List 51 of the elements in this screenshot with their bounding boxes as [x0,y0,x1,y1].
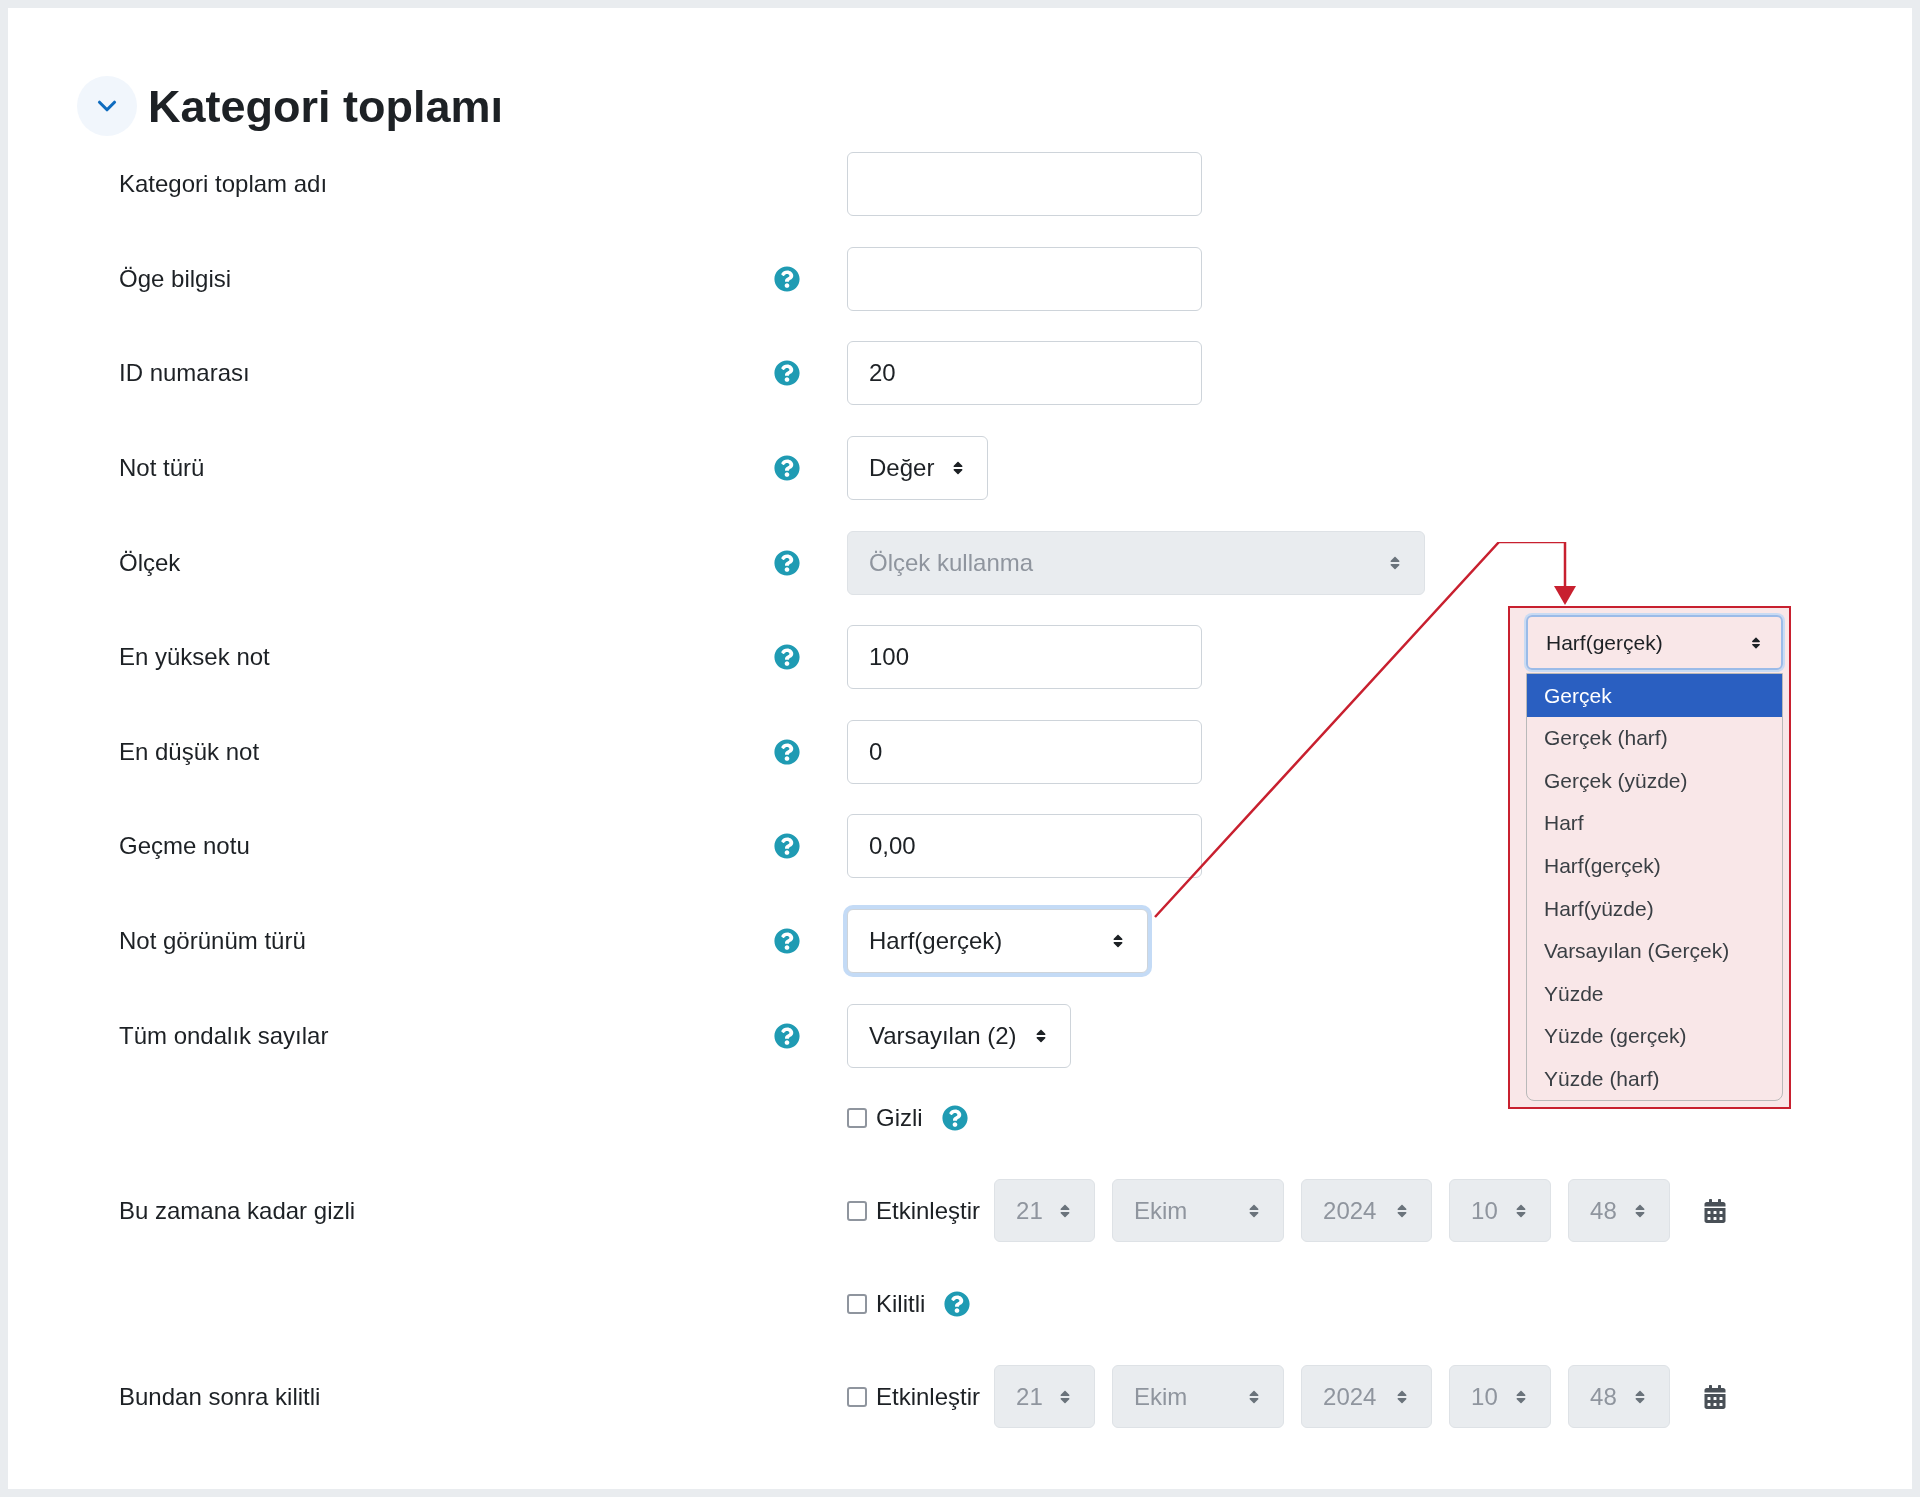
checkbox-label: Gizli [876,1102,923,1133]
help-icon[interactable] [774,738,800,765]
field-label: Kategori toplam adı [119,169,329,200]
text-field[interactable]: 0,00 [847,814,1202,879]
checkbox-label: Etkinleştir [876,1195,981,1226]
field-label: Bundan sonra kilitli [119,1381,322,1412]
section-title: Kategori toplamı [148,83,504,129]
select-field[interactable]: Harf(gerçek) [1526,615,1783,670]
checkbox[interactable] [847,1107,867,1128]
field-label: Not görünüm türü [119,926,307,957]
checkbox-label: Kilitli [876,1288,926,1319]
calendar-icon[interactable] [1703,1198,1728,1223]
checkbox[interactable] [847,1293,867,1314]
dropdown-option[interactable]: Gerçek (harf) [1527,716,1782,760]
dropdown-option[interactable]: Harf(gerçek) [1527,844,1782,887]
select-field[interactable]: Varsayılan (2) [847,1003,1071,1068]
dropdown-option[interactable]: Gerçek (yüzde) [1527,759,1782,802]
text-field[interactable]: 100 [847,625,1202,690]
field-label: En yüksek not [119,642,271,673]
field-label: Tüm ondalık sayılar [119,1020,330,1051]
field-label: Geçme notu [119,831,251,862]
field-label: Bu zamana kadar gizli [119,1195,357,1226]
dropdown-option[interactable]: Varsayılan (Gerçek) [1527,929,1782,973]
dropdown-option[interactable]: Harf(yüzde) [1527,886,1782,930]
field-label: En düşük not [119,736,261,767]
help-icon[interactable] [774,833,800,860]
field-label: Ölçek [119,547,182,578]
calendar-icon[interactable] [1703,1384,1728,1409]
text-field[interactable] [847,152,1202,217]
help-icon[interactable] [774,360,800,387]
help-icon[interactable] [941,1104,968,1131]
field-label: Not türü [119,453,206,484]
dropdown-option[interactable]: Yüzde [1527,972,1782,1015]
help-icon[interactable] [774,455,800,482]
select-field[interactable]: Değer [847,436,989,501]
help-icon[interactable] [774,265,800,292]
help-icon[interactable] [944,1290,971,1317]
help-icon[interactable] [774,1022,800,1049]
dropdown-option[interactable]: Yüzde (gerçek) [1527,1014,1782,1058]
text-field[interactable]: 20 [847,341,1202,406]
dropdown-option[interactable]: Yüzde (harf) [1527,1057,1782,1100]
dropdown-option[interactable]: Harf [1527,801,1782,845]
text-field[interactable]: 0 [847,719,1202,784]
help-icon[interactable] [774,928,800,955]
field-label: Öge bilgisi [119,263,233,294]
sort-arrows-icon [1749,635,1763,650]
dropdown-option[interactable]: Gerçek [1527,674,1782,717]
field-label: ID numarası [119,358,251,389]
checkbox-label: Etkinleştir [876,1381,981,1412]
help-icon[interactable] [774,644,800,671]
text-field[interactable] [847,246,1202,311]
